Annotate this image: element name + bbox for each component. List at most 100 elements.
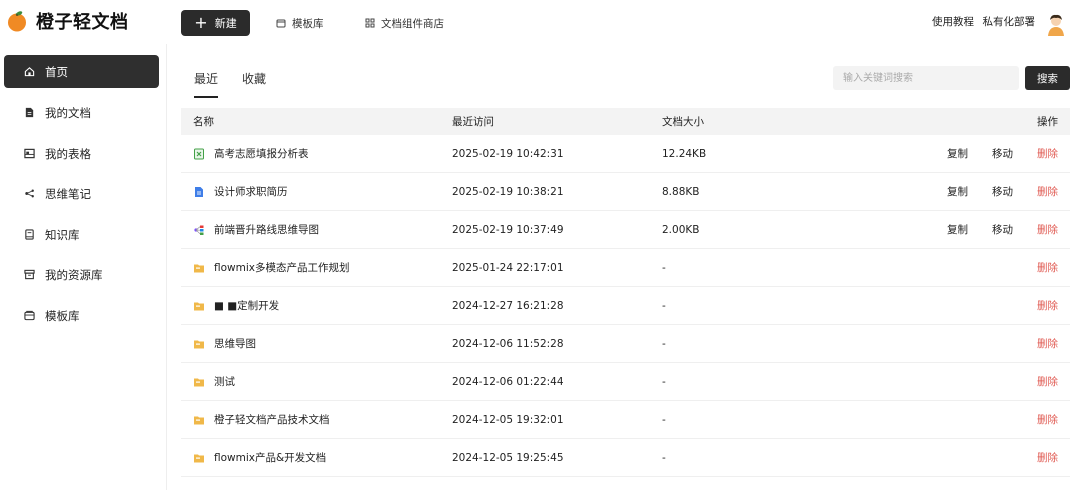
tab-recent[interactable]: 最近 <box>194 70 219 98</box>
table-row[interactable]: 前端晋升路线思维导图 2025-02-19 10:37:49 2.00KB 复制… <box>181 211 1070 249</box>
orange-logo-icon <box>6 10 28 32</box>
sidebar-item-templates[interactable]: 模板库 <box>4 299 159 332</box>
tab-favorites[interactable]: 收藏 <box>242 70 266 95</box>
delete-button[interactable]: 删除 <box>1037 146 1058 161</box>
recent-files-table: 名称 最近访问 文档大小 操作 高考志愿填报分析表 2025-02-19 10:… <box>181 108 1070 477</box>
topnav-template-library[interactable]: 模板库 <box>276 10 324 36</box>
file-name: 思维导图 <box>214 338 256 350</box>
file-name: flowmix产品&开发文档 <box>214 452 327 464</box>
sidebar-item-label: 知识库 <box>45 227 80 242</box>
copy-button[interactable]: 复制 <box>947 184 968 199</box>
file-size: - <box>662 451 666 464</box>
logo[interactable]: 橙子轻文档 <box>6 8 129 34</box>
sidebar-item-mind-notes[interactable]: 思维笔记 <box>4 177 159 210</box>
new-button[interactable]: + 新建 <box>181 10 250 36</box>
row-actions: 删除 <box>1013 450 1058 465</box>
archive-icon <box>24 269 35 280</box>
sidebar-item-my-docs[interactable]: 我的文档 <box>4 96 159 129</box>
sidebar-item-resource-library[interactable]: 我的资源库 <box>4 258 159 291</box>
topnav-component-store[interactable]: 文档组件商店 <box>365 10 444 36</box>
row-actions: 删除 <box>1013 374 1058 389</box>
folder-icon <box>194 454 204 462</box>
search-input[interactable] <box>833 66 1019 90</box>
move-button[interactable]: 移动 <box>992 146 1013 161</box>
file-name-cell[interactable]: flowmix多模态产品工作规划 <box>193 260 350 275</box>
last-visited: 2024-12-06 01:22:44 <box>452 375 564 388</box>
content-tabs: 最近 收藏 <box>194 70 290 98</box>
file-name-cell[interactable]: 高考志愿填报分析表 <box>193 146 309 161</box>
table-row[interactable]: flowmix多模态产品工作规划 2025-01-24 22:17:01 - 删… <box>181 249 1070 287</box>
file-size: 12.24KB <box>662 147 707 160</box>
file-name-cell[interactable]: 橙子轻文档产品技术文档 <box>193 412 330 427</box>
last-visited: 2025-02-19 10:38:21 <box>452 185 564 198</box>
file-size: 8.88KB <box>662 185 700 198</box>
copy-button[interactable]: 复制 <box>947 222 968 237</box>
move-button[interactable]: 移动 <box>992 222 1013 237</box>
topnav-template-label: 模板库 <box>292 17 324 30</box>
file-size: - <box>662 375 666 388</box>
last-visited: 2024-12-27 16:21:28 <box>452 299 564 312</box>
delete-button[interactable]: 删除 <box>1037 184 1058 199</box>
table-icon <box>24 148 35 159</box>
tutorial-link[interactable]: 使用教程 <box>932 14 974 29</box>
row-actions: 删除 <box>1013 298 1058 313</box>
sidebar-item-label: 我的文档 <box>45 105 91 120</box>
table-row[interactable]: 高考志愿填报分析表 2025-02-19 10:42:31 12.24KB 复制… <box>181 135 1070 173</box>
table-row[interactable]: ■ ■定制开发 2024-12-27 16:21:28 - 删除 <box>181 287 1070 325</box>
book-icon <box>25 229 34 240</box>
row-actions: 复制 移动 删除 <box>923 146 1058 161</box>
file-name-cell[interactable]: flowmix产品&开发文档 <box>193 450 326 465</box>
template-icon <box>24 310 35 321</box>
folder-icon <box>194 302 204 310</box>
sidebar-item-my-sheets[interactable]: 我的表格 <box>4 137 159 170</box>
delete-button[interactable]: 删除 <box>1037 412 1058 427</box>
table-row[interactable]: 橙子轻文档产品技术文档 2024-12-05 19:32:01 - 删除 <box>181 401 1070 439</box>
delete-button[interactable]: 删除 <box>1037 336 1058 351</box>
file-name-cell[interactable]: 测试 <box>193 374 235 389</box>
file-name-cell[interactable]: 思维导图 <box>193 336 256 351</box>
sidebar-item-home[interactable]: 首页 <box>4 55 159 88</box>
table-header: 名称 最近访问 文档大小 操作 <box>181 108 1070 135</box>
file-name: 前端晋升路线思维导图 <box>214 224 319 236</box>
file-name: 橙子轻文档产品技术文档 <box>214 414 330 426</box>
move-button[interactable]: 移动 <box>992 184 1013 199</box>
top-bar: 橙子轻文档 + 新建 模板库 文档组件商店 使用教程 私有化部署 <box>0 0 1080 44</box>
file-size: - <box>662 299 666 312</box>
delete-button[interactable]: 删除 <box>1037 450 1058 465</box>
delete-button[interactable]: 删除 <box>1037 374 1058 389</box>
mindmap-icon <box>25 189 34 198</box>
table-row[interactable]: 测试 2024-12-06 01:22:44 - 删除 <box>181 363 1070 401</box>
header-actions: 操作 <box>1037 116 1058 128</box>
private-deploy-link[interactable]: 私有化部署 <box>983 14 1036 29</box>
delete-button[interactable]: 删除 <box>1037 260 1058 275</box>
file-name-cell[interactable]: 设计师求职简历 <box>193 184 288 199</box>
copy-button[interactable]: 复制 <box>947 146 968 161</box>
topnav-store-label: 文档组件商店 <box>381 17 444 30</box>
file-name: flowmix多模态产品工作规划 <box>214 262 350 274</box>
spreadsheet-icon <box>194 148 204 159</box>
file-name: ■ ■定制开发 <box>214 300 280 312</box>
delete-button[interactable]: 删除 <box>1037 222 1058 237</box>
file-name-cell[interactable]: ■ ■定制开发 <box>193 298 279 313</box>
search-button[interactable]: 搜索 <box>1025 66 1070 90</box>
table-row[interactable]: 思维导图 2024-12-06 11:52:28 - 删除 <box>181 325 1070 363</box>
table-row[interactable]: flowmix产品&开发文档 2024-12-05 19:25:45 - 删除 <box>181 439 1070 477</box>
document-icon <box>25 107 34 118</box>
header-name: 名称 <box>193 116 214 128</box>
last-visited: 2024-12-06 11:52:28 <box>452 337 564 350</box>
last-visited: 2025-01-24 22:17:01 <box>452 261 564 274</box>
home-icon <box>24 67 35 77</box>
file-name-cell[interactable]: 前端晋升路线思维导图 <box>193 222 319 237</box>
new-button-label: 新建 <box>214 17 237 30</box>
file-size: - <box>662 413 666 426</box>
row-actions: 删除 <box>1013 412 1058 427</box>
avatar[interactable] <box>1044 12 1068 36</box>
table-row[interactable]: 设计师求职简历 2025-02-19 10:38:21 8.88KB 复制 移动… <box>181 173 1070 211</box>
user-avatar-icon <box>1048 14 1064 36</box>
sidebar-item-knowledge-base[interactable]: 知识库 <box>4 218 159 251</box>
sidebar: 首页 我的文档 我的表格 思维笔记 知识库 我的资源库 模板库 <box>0 44 167 490</box>
components-icon <box>365 18 375 28</box>
row-actions: 删除 <box>1013 260 1058 275</box>
folder-icon <box>194 416 204 424</box>
delete-button[interactable]: 删除 <box>1037 298 1058 313</box>
